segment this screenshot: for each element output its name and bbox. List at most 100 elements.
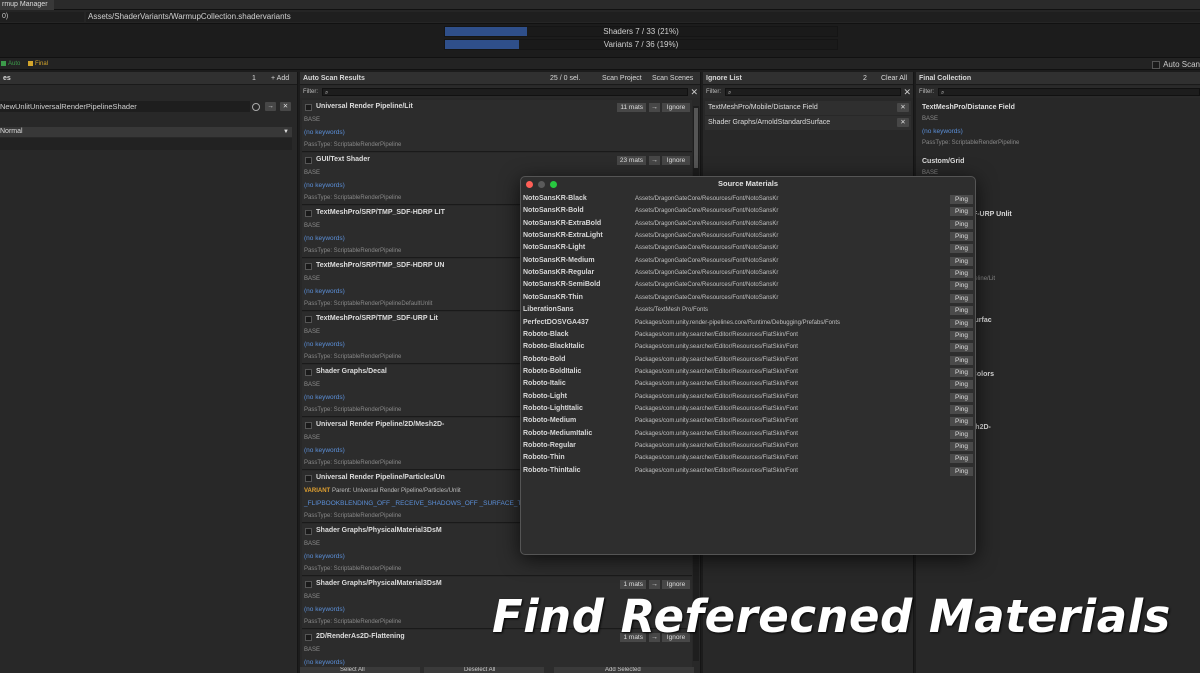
mode-dropdown[interactable]: Normal ▼ [0, 127, 292, 137]
ping-button[interactable]: Ping [950, 318, 973, 328]
clear-scan-filter-icon[interactable]: ✕ [690, 86, 698, 98]
mode-extra-field[interactable] [0, 138, 292, 150]
material-path: Packages/com.unity.searcher/Editor/Resou… [635, 344, 798, 351]
material-name: Roboto-ThinItalic [523, 466, 581, 474]
remove-ignored-icon[interactable]: ✕ [897, 103, 909, 112]
final-filter-input[interactable]: ⌕ [938, 88, 1200, 96]
add-shader-button[interactable]: + Add [271, 72, 289, 85]
window-tab[interactable]: rmup Manager [0, 0, 54, 10]
select-checkbox[interactable] [305, 157, 312, 164]
material-path: Assets/DragonGateCore/Resources/Font/Not… [635, 270, 779, 277]
ping-button[interactable]: Ping [950, 367, 973, 377]
ping-button[interactable]: Ping [950, 429, 973, 439]
ping-button[interactable]: Ping [950, 281, 973, 291]
go-arrow-icon[interactable]: → [649, 580, 660, 589]
final-dot-icon [28, 61, 33, 66]
pass-type-label: PassType: ScriptableRenderPipeline [304, 248, 402, 254]
warmup-manager-window: rmup Manager 0) Assets/ShaderVariants/Wa… [0, 0, 1200, 673]
material-path: Assets/DragonGateCore/Resources/Font/Not… [635, 233, 779, 240]
legend-auto: Auto [1, 61, 20, 67]
material-row: Roboto-Bold Packages/com.unity.searcher/E… [521, 355, 975, 367]
ping-button[interactable]: Ping [950, 244, 973, 254]
material-path: Assets/DragonGateCore/Resources/Font/Not… [635, 294, 779, 301]
legend-row: Auto Final Auto Scan [0, 57, 1200, 70]
collection-path-field[interactable]: Assets/ShaderVariants/WarmupCollection.s… [86, 12, 1200, 22]
go-arrow-icon[interactable]: → [265, 102, 276, 111]
ping-button[interactable]: Ping [950, 404, 973, 414]
select-checkbox[interactable] [305, 475, 312, 482]
ping-button[interactable]: Ping [950, 442, 973, 451]
select-checkbox[interactable] [305, 263, 312, 270]
scan-scenes-button[interactable]: Scan Scenes [652, 72, 693, 85]
select-checkbox[interactable] [305, 210, 312, 217]
ping-button[interactable]: Ping [950, 256, 973, 266]
material-name: Roboto-Thin [523, 454, 565, 462]
keywords-label: (no keywords) [304, 606, 345, 613]
auto-scan-toggle[interactable]: Auto Scan [1152, 60, 1200, 69]
select-checkbox[interactable] [305, 369, 312, 376]
ping-button[interactable]: Ping [950, 330, 973, 340]
variant-badge: VARIANT [304, 488, 331, 494]
material-row: NotoSansKR-SemiBold Assets/DragonGateCore… [521, 280, 975, 292]
pass-type-label: PassType: ScriptableRenderPipeline [304, 142, 402, 148]
material-row: NotoSansKR-Medium Assets/DragonGateCore/R… [521, 256, 975, 268]
ignore-button[interactable]: Ignore [662, 156, 690, 165]
ping-button[interactable]: Ping [950, 306, 973, 316]
ping-button[interactable]: Ping [950, 232, 973, 242]
keywords-label: (no keywords) [922, 128, 963, 135]
clear-all-button[interactable]: Clear All [881, 72, 907, 85]
select-checkbox[interactable] [305, 316, 312, 323]
clear-ignore-filter-icon[interactable]: ✕ [903, 86, 911, 98]
ping-button[interactable]: Ping [950, 392, 973, 402]
material-name: Roboto-MediumItalic [523, 429, 593, 437]
material-name: Roboto-Black [523, 330, 569, 338]
select-checkbox[interactable] [305, 634, 312, 641]
scan-scrollbar-thumb[interactable] [694, 108, 698, 168]
scan-project-button[interactable]: Scan Project [602, 72, 642, 85]
ping-button[interactable]: Ping [950, 207, 973, 217]
ignore-filter-input[interactable]: ⌕ [725, 88, 901, 96]
ignored-shader-name: Shader Graphs/ArnoldStandardSurface [708, 119, 831, 126]
ping-button[interactable]: Ping [950, 466, 973, 476]
ignore-button[interactable]: Ignore [662, 103, 690, 112]
material-row: NotoSansKR-Regular Assets/DragonGateCore/… [521, 268, 975, 280]
material-path: Assets/DragonGateCore/Resources/Font/Not… [635, 196, 779, 202]
deselect-all-label: Deselect All [464, 667, 496, 673]
auto-scan-header: Auto Scan Results 25 / 0 sel. Scan Proje… [300, 72, 700, 85]
ping-button[interactable]: Ping [950, 219, 973, 229]
scan-filter-label: Filter: [303, 89, 318, 95]
ignore-button[interactable]: Ignore [662, 580, 690, 589]
remove-shader-icon[interactable]: ✕ [280, 102, 291, 111]
mats-count-button[interactable]: 23 mats [616, 156, 646, 165]
ping-button[interactable]: Ping [950, 355, 973, 365]
go-arrow-icon[interactable]: → [649, 156, 660, 165]
ping-button[interactable]: Ping [950, 293, 973, 303]
ping-button[interactable]: Ping [950, 454, 973, 464]
auto-scan-checkbox-icon[interactable] [1152, 60, 1161, 69]
material-row: Roboto-Black Packages/com.unity.searcher/… [521, 330, 975, 342]
go-arrow-icon[interactable]: → [649, 103, 660, 112]
ping-button[interactable]: Ping [950, 269, 973, 279]
select-checkbox[interactable] [305, 104, 312, 111]
shader-field[interactable]: NewUnlitUniversalRenderPipelineShader [0, 101, 250, 112]
target-icon[interactable] [252, 103, 260, 111]
pass-type-label: PassType: ScriptableRenderPipeline [304, 566, 402, 572]
material-path: Packages/com.unity.searcher/Editor/Resou… [635, 430, 798, 437]
legend-final-label: Final [35, 61, 49, 68]
select-checkbox[interactable] [305, 422, 312, 429]
ping-button[interactable]: Ping [950, 380, 973, 390]
scan-filter-input[interactable]: ⌕ [322, 88, 688, 96]
ping-button[interactable]: Ping [950, 343, 973, 353]
base-label: BASE [922, 116, 939, 122]
select-checkbox[interactable] [305, 581, 312, 588]
ping-button[interactable]: Ping [950, 417, 973, 427]
select-checkbox[interactable] [305, 528, 312, 535]
material-row: Roboto-Thin Packages/com.unity.searcher/E… [521, 453, 975, 465]
ignore-list-header: Ignore List 2 Clear All [703, 72, 913, 85]
ping-button[interactable]: Ping [950, 195, 973, 204]
ignored-shader-row: Shader Graphs/ArnoldStandardSurface ✕ [705, 116, 911, 130]
remove-ignored-icon[interactable]: ✕ [897, 118, 909, 127]
mats-count-button[interactable]: 11 mats [617, 103, 646, 112]
material-path: Packages/com.unity.searcher/Editor/Resou… [635, 418, 798, 425]
mats-count-button[interactable]: 1 mats [620, 580, 646, 589]
